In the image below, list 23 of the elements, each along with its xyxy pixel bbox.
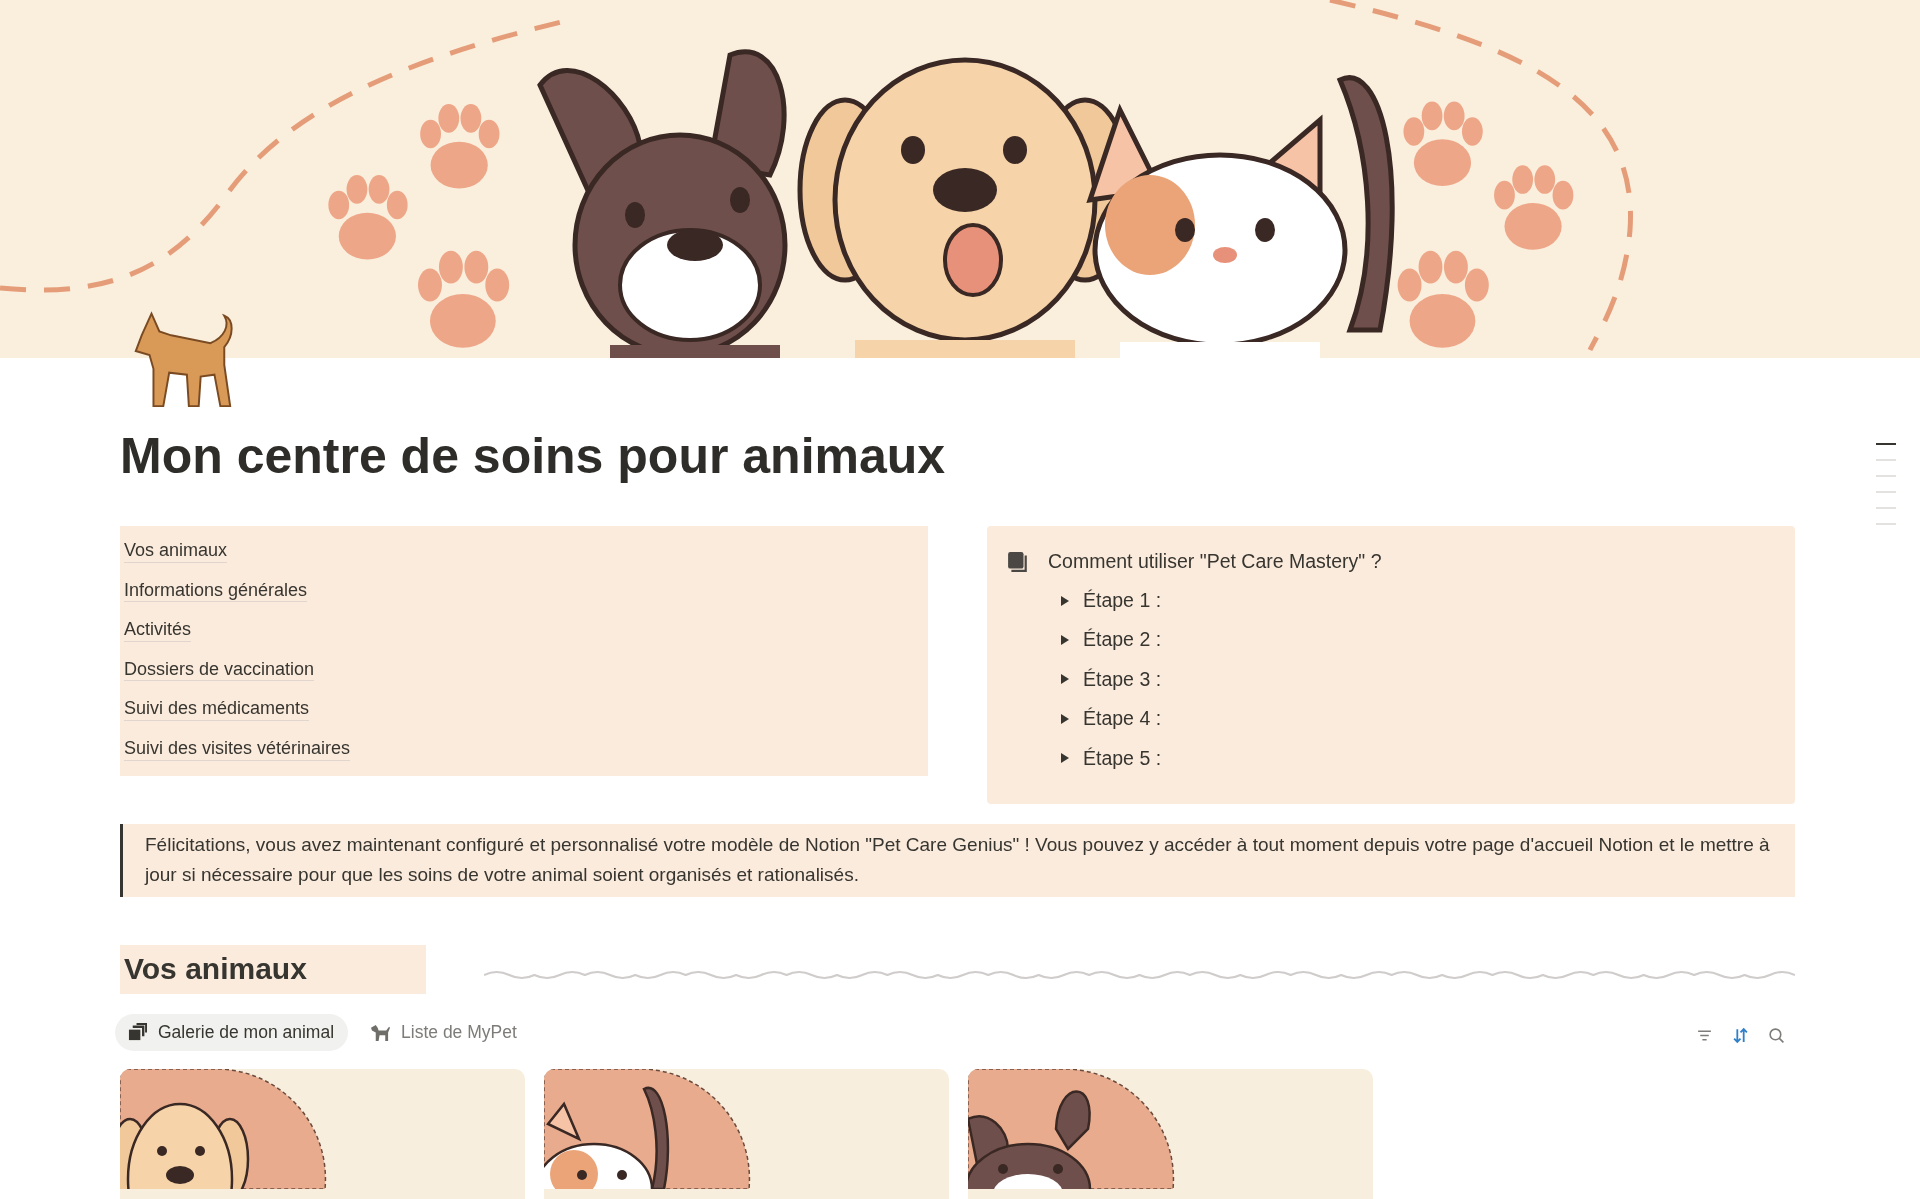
pages-icon: [1007, 550, 1029, 573]
page-title: Mon centre de soins pour animaux: [120, 427, 947, 486]
section-heading: Vos animaux: [120, 944, 426, 994]
view-tab[interactable]: Galerie de mon animal: [115, 1013, 349, 1051]
outline-marker[interactable]: [1876, 443, 1896, 445]
toc-link[interactable]: Suivi des visites vétérinaires: [124, 737, 351, 761]
sort-icon[interactable]: [1732, 1026, 1749, 1044]
toc-link[interactable]: Dossiers de vaccination: [124, 658, 315, 682]
toggle-row[interactable]: Étape 2 :: [1007, 620, 1775, 660]
toggle-row[interactable]: Étape 3 :: [1007, 659, 1775, 700]
toc-link[interactable]: Suivi des médicaments: [124, 698, 310, 721]
toggle-row[interactable]: Étape 1 :: [1007, 581, 1775, 621]
quote-block: Félicitations, vous avez maintenant configuré et personnalisé votre modèle de Notion "Pet Care Genius" ! Vous pouvez y accéder à tout moment depuis votre page d'accueil Notion et le mettre à jour si nécessaire pour que les soins de votre animal soient organisés et rationalisés.: [120, 823, 1795, 897]
toggle-row[interactable]: Étape 4 :: [1007, 699, 1775, 739]
toc-link[interactable]: Activités: [124, 619, 192, 642]
toc-link[interactable]: Informations générales: [124, 579, 308, 603]
toggle-row[interactable]: Étape 5 :: [1007, 738, 1775, 778]
view-tab[interactable]: Liste de MyPet: [358, 1013, 531, 1051]
dog-icon: [370, 1022, 392, 1042]
toc-link[interactable]: Vos animaux: [124, 540, 228, 563]
search-icon[interactable]: [1768, 1026, 1785, 1044]
guide-title: Comment utiliser "Pet Care Mastery" ?: [1048, 550, 1382, 573]
gallery-icon: [127, 1022, 148, 1042]
